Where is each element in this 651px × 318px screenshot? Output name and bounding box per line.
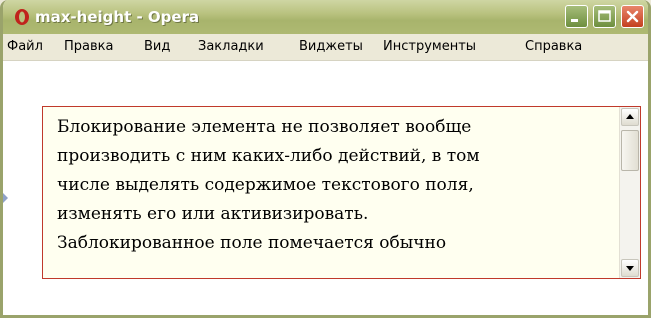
page-content: Блокирование элемента не позволяет вообщ… bbox=[3, 61, 648, 315]
title-bar[interactable]: max-height - Opera bbox=[3, 0, 648, 34]
menu-item-bookmarks[interactable]: Закладки bbox=[198, 39, 264, 55]
maximize-icon bbox=[598, 10, 611, 22]
vertical-scrollbar[interactable] bbox=[619, 107, 640, 278]
menu-item-widgets[interactable]: Виджеты bbox=[299, 39, 363, 55]
maximize-button[interactable] bbox=[593, 5, 616, 28]
menu-bar: Файл Правка Вид Закладки Виджеты Инструм… bbox=[3, 34, 648, 61]
menu-item-file[interactable]: Файл bbox=[7, 39, 43, 55]
browser-window: max-height - Opera Файл Правка Вид Закла… bbox=[0, 0, 651, 318]
minimize-button[interactable] bbox=[565, 5, 588, 28]
arrow-down-icon bbox=[626, 266, 634, 271]
menu-item-tools[interactable]: Инструменты bbox=[383, 39, 476, 55]
arrow-up-icon bbox=[626, 114, 634, 119]
menu-item-edit[interactable]: Правка bbox=[64, 39, 113, 55]
panel-toggle-arrow-icon[interactable] bbox=[3, 193, 8, 203]
scroll-down-button[interactable] bbox=[621, 259, 639, 277]
close-button[interactable] bbox=[621, 5, 644, 28]
opera-logo-icon bbox=[13, 8, 31, 26]
disabled-textarea[interactable]: Блокирование элемента не позволяет вообщ… bbox=[42, 106, 641, 279]
scroll-thumb[interactable] bbox=[621, 130, 639, 171]
menu-item-help[interactable]: Справка bbox=[525, 39, 582, 55]
minimize-icon bbox=[571, 19, 578, 22]
close-icon bbox=[626, 10, 639, 23]
menu-item-view[interactable]: Вид bbox=[144, 39, 170, 55]
textarea-content: Блокирование элемента не позволяет вообщ… bbox=[57, 117, 480, 253]
window-title: max-height - Opera bbox=[35, 8, 200, 26]
scroll-up-button[interactable] bbox=[621, 108, 639, 126]
